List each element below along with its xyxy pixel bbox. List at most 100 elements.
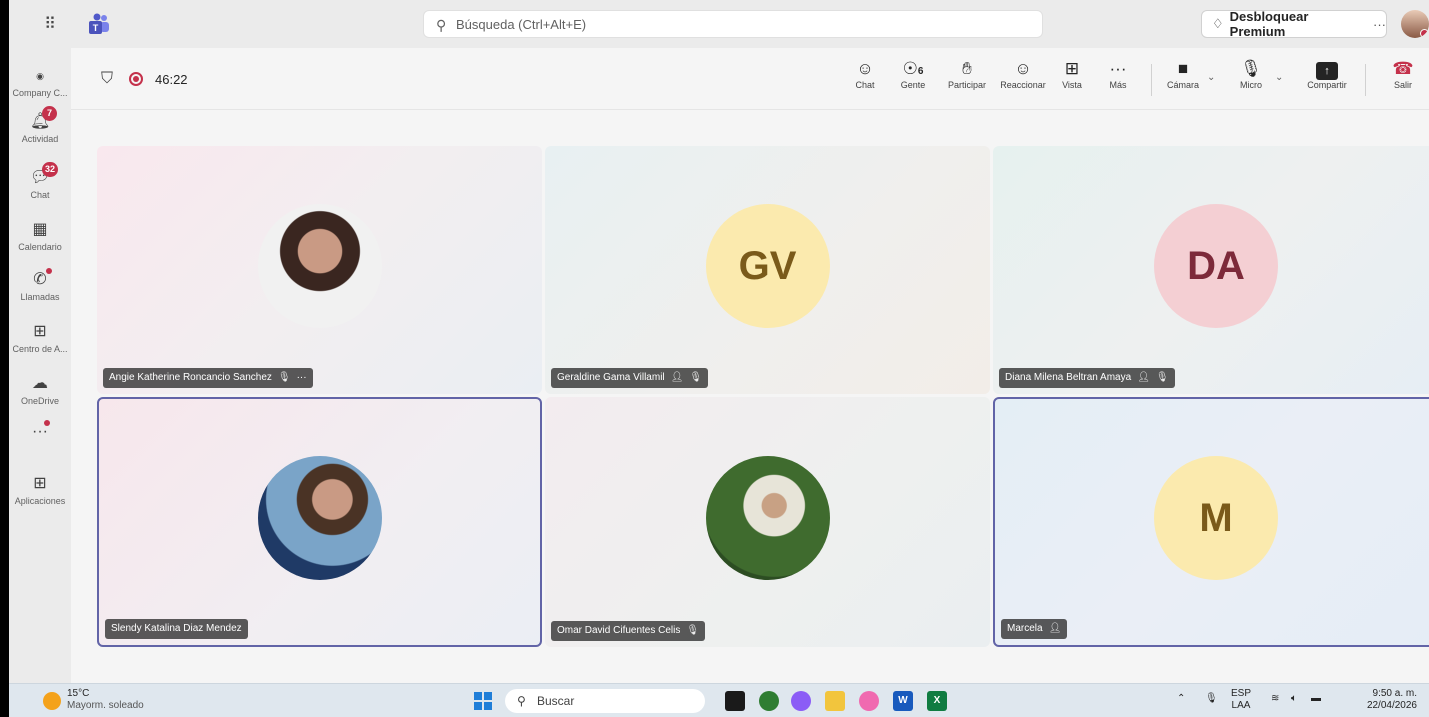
chat-label: Chat [855,80,875,90]
more-options-icon[interactable]: ··· [1373,17,1386,32]
mic-button[interactable]: 🎙︎ Micro [1231,58,1271,90]
user-avatar[interactable] [1401,10,1429,38]
weather-sun-icon[interactable] [43,692,61,710]
participant-nametag: Marcela 👤︎ [1001,619,1068,639]
windows-taskbar: 15°C Mayorm. soleado ⚲ Buscar W X ⌃ 🎙︎ E… [9,683,1429,717]
activity-badge: 7 [42,106,57,121]
camera-label: Cámara [1166,80,1199,90]
rail-label: Llamadas [20,292,60,302]
share-label: Compartir [1307,80,1347,90]
left-rail: ◉ Company C... 🔔︎ 7 Actividad 💬︎ 32 Chat ▦… [9,48,71,683]
raise-hand-button[interactable]: ✋︎ Participar [939,58,995,90]
chat-badge: 32 [42,162,59,177]
taskbar-search-label: Buscar [537,694,575,708]
recording-icon [129,72,143,86]
weather-text: Mayorm. soleado [67,700,144,711]
taskbar-search[interactable]: ⚲ Buscar [505,689,705,713]
status-dot [1420,29,1429,38]
participant-tile[interactable]: GV Geraldine Gama Villamil 👤︎ 🎙︎ [545,146,990,394]
mic-label: Micro [1240,80,1262,90]
teams-logo-icon: T [89,13,109,34]
mic-tray-icon[interactable]: 🎙︎ [1205,693,1218,705]
chevron-down-icon[interactable]: ⌄ [1275,72,1283,83]
participant-tile-speaking[interactable]: M Marcela 👤︎ [993,397,1429,647]
more-button[interactable]: ··· Más [1101,58,1135,90]
rail-item-calendar[interactable]: ▦ Calendario [9,220,71,252]
mic-off-icon: 🎙︎ [689,372,703,383]
participant-tile[interactable]: DA Diana Milena Beltran Amaya 👤︎ 🎙︎ [993,146,1429,394]
guest-icon: 👤︎ [1137,372,1150,383]
rail-item-chat[interactable]: 💬︎ 32 Chat [9,162,71,200]
rail-label: Company C... [12,88,68,98]
windows-start-icon[interactable] [474,692,492,710]
rail-item-onedrive[interactable]: ☁ OneDrive [9,374,71,406]
leave-button[interactable]: ☎ Salir [1383,58,1423,90]
wifi-icon[interactable]: ≋ [1271,693,1279,705]
chevron-up-icon[interactable]: ⌃ [1177,693,1185,705]
unlock-premium-button[interactable]: ♢ Desbloquear Premium ··· [1201,9,1387,39]
chevron-down-icon[interactable]: ⌄ [1207,72,1215,83]
people-icon: ☉6 [902,59,924,78]
excel-icon[interactable]: X [927,691,947,711]
task-view-icon[interactable] [725,691,745,711]
file-explorer-icon[interactable] [825,691,845,711]
participant-name: Omar David Cifuentes Celis [557,625,681,636]
participant-photo [257,456,382,580]
participant-initials: M [1154,456,1278,580]
shield-icon[interactable]: ⛉ [101,70,113,88]
raise-label: Participar [947,80,986,90]
people-button[interactable]: ☉6 Gente [891,58,935,90]
apps-center-icon: ⊞ [33,323,47,340]
chrome-icon[interactable] [759,691,779,711]
react-button[interactable]: ☺ Reaccionar [995,58,1051,90]
rail-label: Calendario [18,242,62,252]
participant-nametag: Slendy Katalina Diaz Mendez [105,619,248,639]
search-input[interactable]: ⚲ Búsqueda (Ctrl+Alt+E) [423,10,1043,38]
emoji-icon: ☺ [1014,59,1032,78]
participant-nametag: Angie Katherine Roncancio Sanchez 🎙︎ ··· [103,368,313,388]
battery-icon[interactable]: ▬ [1311,693,1321,705]
participant-tile[interactable]: Angie Katherine Roncancio Sanchez 🎙︎ ··· [97,146,542,394]
meeting-toolbar: ⛉ 46:22 ☺ Chat ☉6 Gente ✋︎ Participar ☺ … [71,48,1429,110]
view-button[interactable]: ⊞ Vista [1055,58,1089,90]
weather-widget[interactable]: 15°C Mayorm. soleado [67,688,144,712]
volume-icon[interactable]: 🔈︎ [1291,693,1297,705]
rail-label: Chat [30,190,50,200]
chat-button[interactable]: ☺ Chat [845,58,885,90]
rail-item-more[interactable]: ··· [9,420,71,444]
share-button[interactable]: ↑ Compartir [1299,58,1355,90]
diamond-icon: ♢ [1212,16,1224,31]
guest-icon: 👤︎ [670,372,684,383]
cloud-icon: ☁ [32,375,48,392]
rail-label: Centro de A... [12,344,68,354]
participant-nametag: Diana Milena Beltran Amaya 👤︎ 🎙︎ [999,368,1175,388]
language-indicator[interactable]: ESP LAA [1231,688,1251,712]
copilot-icon[interactable] [791,691,811,711]
svg-text:T: T [93,23,99,33]
rail-item-apps[interactable]: ⊞ Aplicaciones [9,474,71,506]
view-label: Vista [1062,80,1082,90]
clock[interactable]: 9:50 a. m. 22/04/2026 [1357,688,1417,712]
premium-label: Desbloquear Premium [1229,9,1309,39]
temperature: 15°C [67,688,90,699]
music-app-icon[interactable] [859,691,879,711]
more-dot [44,420,50,426]
rail-item-apps-center[interactable]: ⊞ Centro de A... [9,322,71,354]
rail-item-company[interactable]: ◉ Company C... [9,66,71,98]
more-icon: ··· [30,420,50,442]
camera-button[interactable]: ■ Cámara [1163,58,1203,90]
participant-tile-speaking[interactable]: Slendy Katalina Diaz Mendez [97,397,542,647]
rail-item-activity[interactable]: 🔔︎ 7 Actividad [9,106,71,144]
participant-tile[interactable]: Omar David Cifuentes Celis 🎙︎ [545,397,990,647]
calls-dot [46,268,52,274]
rail-item-calls[interactable]: ✆ Llamadas [9,268,71,302]
more-options-icon[interactable]: ··· [297,368,307,388]
more-label: Más [1109,80,1127,90]
people-count: 6 [917,66,924,77]
word-icon[interactable]: W [893,691,913,711]
clock-time: 9:50 a. m. [1372,688,1417,699]
meeting-timer: 46:22 [155,72,188,87]
participant-name: Slendy Katalina Diaz Mendez [111,623,242,634]
waffle-grid-icon[interactable]: ⠿ [39,14,61,36]
participant-initials: DA [1154,204,1278,328]
